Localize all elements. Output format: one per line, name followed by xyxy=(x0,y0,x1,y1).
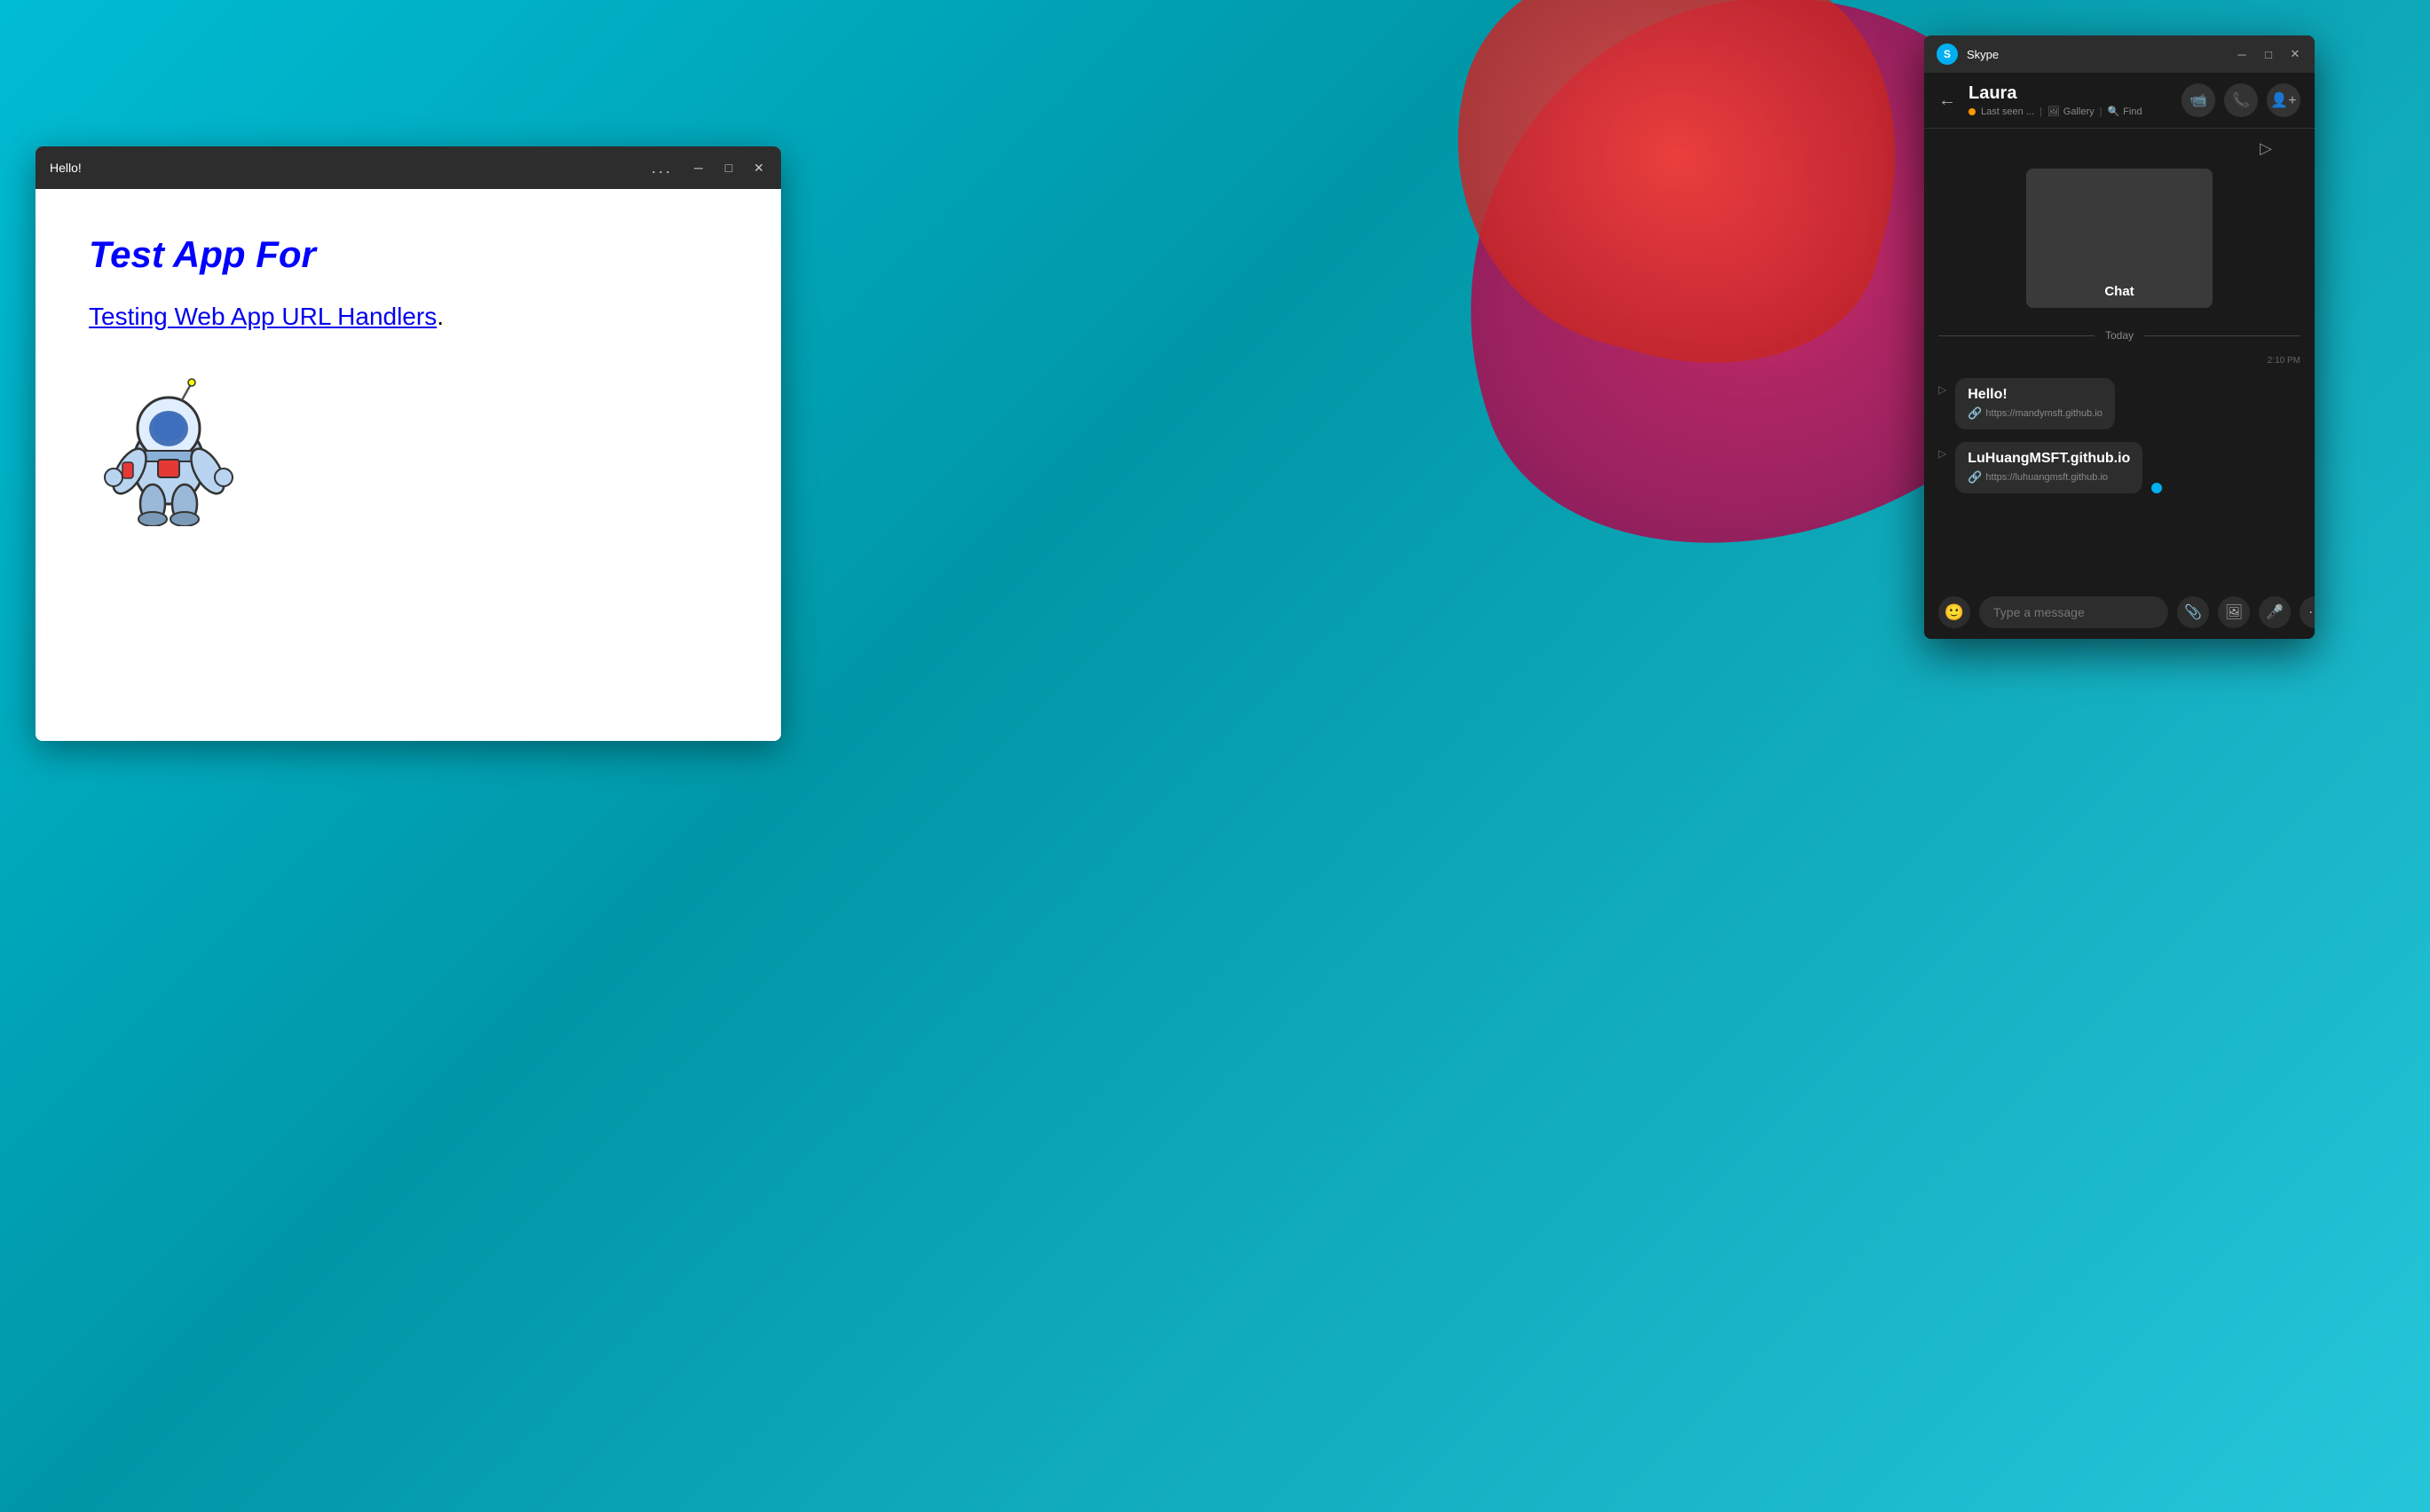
webapp-window-title: Hello! xyxy=(50,161,651,175)
skype-titlebar: S Skype ─ □ ✕ xyxy=(1924,35,2315,73)
add-person-icon: 👤+ xyxy=(2270,91,2296,109)
send-icon: ▷ xyxy=(2260,139,2272,158)
message-bubble-2: LuHuangMSFT.github.io 🔗 https://luhuangm… xyxy=(1955,442,2142,493)
message-text-1: Hello! xyxy=(1968,387,2103,403)
message-link-2[interactable]: 🔗 https://luhuangmsft.github.io xyxy=(1968,470,2130,484)
video-call-button[interactable]: 📹 xyxy=(2181,83,2215,117)
gallery-label: Gallery xyxy=(2063,106,2095,117)
message-bubble-1: Hello! 🔗 https://mandymsft.github.io xyxy=(1955,378,2115,429)
skype-app-name: Skype xyxy=(1967,48,2235,61)
webapp-maximize-button[interactable]: □ xyxy=(721,160,737,176)
message-link-1[interactable]: 🔗 https://mandymsft.github.io xyxy=(1968,406,2103,421)
skype-window-controls: ─ □ ✕ xyxy=(2235,47,2302,61)
voice-call-button[interactable]: 📞 xyxy=(2224,83,2258,117)
webapp-window: Hello! ... ─ □ ✕ Test App For Testing We… xyxy=(36,146,781,741)
unread-indicator xyxy=(2151,483,2162,493)
more-icon: ⋯ xyxy=(2308,603,2315,621)
webapp-titlebar: Hello! ... ─ □ ✕ xyxy=(36,146,781,189)
video-icon: 📹 xyxy=(2189,91,2207,109)
divider-line-right xyxy=(2144,335,2300,336)
skype-window: S Skype ─ □ ✕ ← Laura Last seen ... | 🖼 … xyxy=(1924,35,2315,639)
skype-logo-letter: S xyxy=(1944,48,1951,60)
contact-info: Laura Last seen ... | 🖼 Gallery | 🔍 Find xyxy=(1968,83,2181,117)
attach-button[interactable]: 📎 xyxy=(2177,596,2209,628)
skype-contact-header: ← Laura Last seen ... | 🖼 Gallery | 🔍 Fi… xyxy=(1924,73,2315,129)
today-divider: Today xyxy=(1938,329,2300,342)
divider-line-left xyxy=(1938,335,2095,336)
share-card: Chat xyxy=(2026,169,2213,308)
mic-button[interactable]: 🎤 xyxy=(2259,596,2291,628)
status-indicator xyxy=(1968,108,1976,115)
input-area: 🙂 📎 🖼 🎤 ⋯ xyxy=(1924,586,2315,639)
skype-logo: S xyxy=(1937,43,1958,65)
contact-status: Last seen ... | 🖼 Gallery | 🔍 Find xyxy=(1968,106,2181,117)
add-contact-button[interactable]: 👤+ xyxy=(2267,83,2300,117)
astronaut-container xyxy=(89,366,728,531)
image-button[interactable]: 🖼 xyxy=(2218,596,2250,628)
send-icon-container: ▷ xyxy=(1938,139,2300,161)
back-button[interactable]: ← xyxy=(1938,91,1956,111)
message-link-url-1: https://mandymsft.github.io xyxy=(1985,408,2102,419)
message-timestamp: 2:10 PM xyxy=(1938,356,2300,366)
app-link-dot: . xyxy=(437,303,444,330)
message-link-url-2: https://luhuangmsft.github.io xyxy=(1985,472,2108,483)
image-icon: 🖼 xyxy=(2225,603,2243,621)
status-separator2: | xyxy=(2100,106,2103,117)
more-button[interactable]: ⋯ xyxy=(2300,596,2315,628)
astronaut-icon xyxy=(89,366,249,526)
today-label: Today xyxy=(2105,329,2134,342)
find-button[interactable]: 🔍 Find xyxy=(2107,106,2142,117)
link-icon-1: 🔗 xyxy=(1968,406,1982,421)
gallery-icon: 🖼 xyxy=(2047,106,2060,117)
titlebar-controls: ─ □ ✕ xyxy=(690,160,767,176)
find-label: Find xyxy=(2123,106,2142,117)
find-icon: 🔍 xyxy=(2107,106,2119,117)
webapp-content: Test App For Testing Web App URL Handler… xyxy=(36,189,781,741)
skype-minimize-button[interactable]: ─ xyxy=(2235,47,2249,61)
share-card-preview xyxy=(2026,169,2213,275)
last-seen-text: Last seen ... xyxy=(1981,106,2034,117)
message-row-1: ▷ Hello! 🔗 https://mandymsft.github.io xyxy=(1938,378,2300,429)
attach-icon: 📎 xyxy=(2184,603,2202,621)
link-icon-2: 🔗 xyxy=(1968,470,1982,484)
skype-maximize-button[interactable]: □ xyxy=(2261,47,2276,61)
message-row-2: ▷ LuHuangMSFT.github.io 🔗 https://luhuan… xyxy=(1938,442,2300,493)
emoji-icon: 🙂 xyxy=(1945,603,1964,622)
share-card-label: Chat xyxy=(2026,275,2213,308)
app-link-container: Testing Web App URL Handlers. xyxy=(89,303,728,331)
webapp-minimize-button[interactable]: ─ xyxy=(690,160,706,176)
message-expand-1[interactable]: ▷ xyxy=(1938,383,1946,396)
contact-name: Laura xyxy=(1968,83,2181,104)
emoji-button[interactable]: 🙂 xyxy=(1938,596,1970,628)
status-separator: | xyxy=(2039,106,2042,117)
input-row: 🙂 📎 🖼 🎤 ⋯ xyxy=(1938,596,2300,628)
message-text-2: LuHuangMSFT.github.io xyxy=(1968,451,2130,467)
app-link[interactable]: Testing Web App URL Handlers xyxy=(89,303,437,330)
action-buttons: 📹 📞 👤+ xyxy=(2181,83,2300,117)
mic-icon: 🎤 xyxy=(2266,603,2284,621)
chat-area: ▷ Chat Today 2:10 PM ▷ Hello! 🔗 https://… xyxy=(1924,129,2315,586)
skype-close-button[interactable]: ✕ xyxy=(2288,47,2302,61)
phone-icon: 📞 xyxy=(2232,91,2250,109)
app-heading: Test App For xyxy=(89,233,728,276)
message-input[interactable] xyxy=(1979,596,2168,628)
webapp-close-button[interactable]: ✕ xyxy=(751,160,767,176)
message-expand-2[interactable]: ▷ xyxy=(1938,447,1946,460)
titlebar-menu-dots[interactable]: ... xyxy=(651,159,673,177)
gallery-button[interactable]: 🖼 Gallery xyxy=(2047,106,2095,117)
